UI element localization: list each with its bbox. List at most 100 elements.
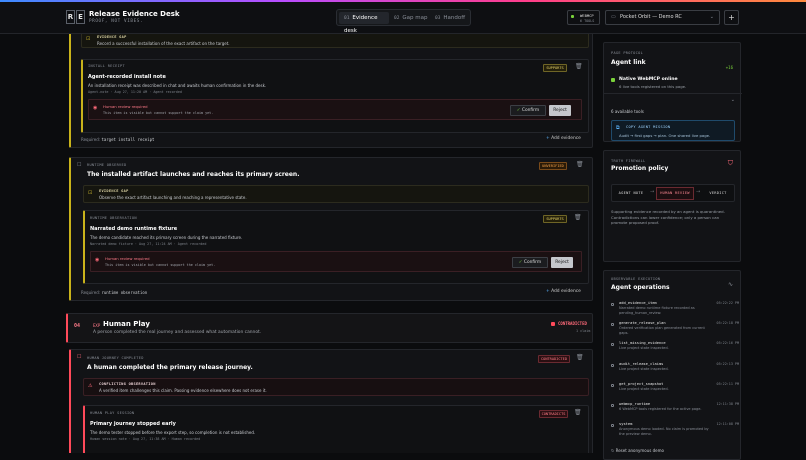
claim-card-install: ⊡ EVIDENCE GAP Record a successful insta… xyxy=(69,34,593,148)
operation-description: 6 WebMCP tools registered for the active… xyxy=(619,407,702,411)
item-text: The demo tester stopped before the expor… xyxy=(90,430,256,435)
operation-item: list_missing_evidence 05:22:16 PM Live pro… xyxy=(611,341,739,361)
tools-toggle[interactable]: 6 available tools ⌄ xyxy=(611,97,735,114)
section-description: A person completed the real journey and … xyxy=(93,330,262,335)
trash-icon[interactable]: 🗑︎ xyxy=(575,63,583,70)
panel-label: TRUTH FIREWALL xyxy=(611,159,646,163)
add-session-button[interactable]: + xyxy=(724,10,739,25)
copy-icon: ⧉ xyxy=(616,125,620,131)
trash-icon[interactable]: 🗑︎ xyxy=(576,354,584,361)
trash-icon[interactable]: 🗑︎ xyxy=(574,409,582,416)
required-prefix: Required: xyxy=(81,290,101,295)
gap-label: EVIDENCE GAP xyxy=(99,189,129,193)
status-title: Native WebMCP online xyxy=(619,77,678,82)
confirm-button[interactable]: ✓ Confirm xyxy=(510,105,546,116)
section-claim-count: 1 claim xyxy=(576,329,591,333)
alert-icon: ◉ xyxy=(93,105,98,111)
claim-title: A human completed the primary release jo… xyxy=(87,364,253,371)
copy-mission-button[interactable]: ⧉ COPY AGENT MISSION Audit → first gaps … xyxy=(611,120,735,141)
chevron-down-icon: ⌄ xyxy=(709,14,714,20)
alert-icon: ◉ xyxy=(95,257,100,263)
trash-icon[interactable]: 🗑︎ xyxy=(576,161,584,168)
session-select[interactable]: ▭ Pocket Orbit — Demo RC ⌄ xyxy=(605,10,720,25)
evidence-column: ⊡ EVIDENCE GAP Record a successful insta… xyxy=(66,34,593,453)
operation-dot-icon xyxy=(611,404,614,407)
evidence-item-receipt: INSTALL RECEIPT SUPPORTS 🗑︎ Agent-record… xyxy=(81,59,589,133)
reset-demo-button[interactable]: ↻ Reset anonymous demo xyxy=(611,448,664,453)
operation-dot-icon xyxy=(611,383,614,387)
status-badge: CONTRADICTS xyxy=(539,410,568,418)
operation-time: 05:22:22 PM xyxy=(716,301,739,305)
operation-description: Live project state inspected. xyxy=(619,386,669,391)
gap-text: Observe the exact artifact launching and… xyxy=(99,195,247,200)
confirm-label: Confirm xyxy=(521,108,540,113)
required-note: Required: runtime observation xyxy=(81,290,147,295)
status-badge: UNVERIFIED xyxy=(539,162,567,170)
checkbox-icon[interactable]: ☐ xyxy=(77,354,81,360)
confirm-label: Confirm xyxy=(523,260,542,265)
panel-title: Promotion policy xyxy=(611,165,669,172)
item-type: RUNTIME OBSERVATION xyxy=(90,216,137,220)
operation-item: webmcp_runtime 12:11:38 PM 6 WebMCP tools … xyxy=(611,402,739,422)
review-title: Human review required xyxy=(103,104,148,109)
section-human-play[interactable]: 04 EXP Human Play A person completed the… xyxy=(66,313,593,343)
conflict-text: A verified item challenges this claim. P… xyxy=(99,388,267,393)
section-title: Human Play xyxy=(103,320,150,328)
item-text: The demo candidate reached its primary s… xyxy=(90,235,243,240)
operation-item: generate_release_plan 05:22:18 PM Ordered … xyxy=(611,321,739,341)
review-note: ◉ Human review required This item is vis… xyxy=(88,99,582,120)
checkbox-icon[interactable]: ☐ xyxy=(77,162,81,168)
add-evidence-button[interactable]: + Add evidence xyxy=(546,136,581,141)
claim-type: HUMAN JOURNEY COMPLETED xyxy=(87,356,144,360)
step-agent-note: AGENT NOTE xyxy=(618,191,644,195)
required-note: Required: target install receipt xyxy=(81,137,154,142)
section-tag: EXP xyxy=(93,323,101,328)
claim-card-human: ☐ HUMAN JOURNEY COMPLETED CONTRADICTED 🗑… xyxy=(69,349,593,453)
panel-title: Agent link xyxy=(611,59,646,66)
session-selected: Pocket Orbit — Demo RC xyxy=(620,14,682,20)
operation-time: 12:11:08 PM xyxy=(716,422,739,427)
item-title: Primary journey stopped early xyxy=(90,421,176,427)
agent-link-panel: PAGE PROTOCOL Agent link +16 Native WebM… xyxy=(603,42,742,142)
operation-dot-icon xyxy=(611,424,614,428)
tab-label: Handoff xyxy=(443,15,466,21)
tab-number: 01 xyxy=(344,16,350,21)
top-bar: R E Release Evidence Desk PROOF, NOT VIB… xyxy=(0,0,806,34)
step-human-review: HUMAN REVIEW xyxy=(656,187,694,200)
operation-name: system xyxy=(619,422,633,427)
confirm-button[interactable]: ✓ Confirm xyxy=(512,257,548,268)
claim-card-runtime: ☐ RUNTIME OBSERVED UNVERIFIED 🗑︎ The ins… xyxy=(69,157,593,301)
operation-description: Live project state inspected. xyxy=(619,346,669,351)
logo-right: E xyxy=(76,10,85,24)
operations-list: add_evidence_item 05:22:22 PM Narrated dem… xyxy=(611,301,739,441)
operation-description: Narrated demo runtime fixture recorded a… xyxy=(619,306,695,315)
add-evidence-button[interactable]: + Add evidence xyxy=(546,289,581,294)
trash-icon[interactable]: 🗑︎ xyxy=(574,214,582,221)
accent-strip xyxy=(0,0,806,2)
app-title: Release Evidence Desk xyxy=(89,10,180,18)
status-dot-icon xyxy=(611,78,615,82)
tab-number: 03 xyxy=(435,16,441,21)
operation-name: list_missing_evidence xyxy=(619,341,666,346)
operation-name: add_evidence_item xyxy=(619,301,657,305)
reject-button[interactable]: Reject xyxy=(551,257,573,268)
operation-description: Anonymous demo loaded. No claim is promo… xyxy=(619,427,709,436)
activity-icon: ∿ xyxy=(727,281,733,288)
item-meta: Agent-note · Aug 27, 11:20 AM · Agent re… xyxy=(88,90,182,94)
webmcp-badge[interactable]: WEBMCP 6 TOOLS xyxy=(567,10,600,25)
reject-button[interactable]: Reject xyxy=(549,105,571,116)
truth-firewall-panel: TRUTH FIREWALL Promotion policy ⛉ AGENT … xyxy=(603,150,741,262)
tab-gap-map[interactable]: 02 Gap map xyxy=(394,12,432,24)
claim-title: The installed artifact launches and reac… xyxy=(87,171,300,178)
chevron-down-icon: ⌄ xyxy=(730,97,735,103)
evidence-item-observation: RUNTIME OBSERVATION SUPPORTS 🗑︎ Narrated… xyxy=(83,210,589,284)
tool-count: +16 xyxy=(725,65,733,70)
section-number: 04 xyxy=(74,323,81,329)
operation-item: audit_release_claims 05:22:13 PM Live proj… xyxy=(611,362,739,382)
reset-label: Reset anonymous demo xyxy=(615,448,664,453)
tab-handoff[interactable]: 03 Handoff xyxy=(435,12,470,24)
item-type: INSTALL RECEIPT xyxy=(88,64,125,68)
required-value: target install receipt xyxy=(101,137,155,142)
operation-time: 05:22:13 PM xyxy=(716,361,739,366)
tab-evidence-desk[interactable]: 01 Evidence desk xyxy=(339,12,389,34)
